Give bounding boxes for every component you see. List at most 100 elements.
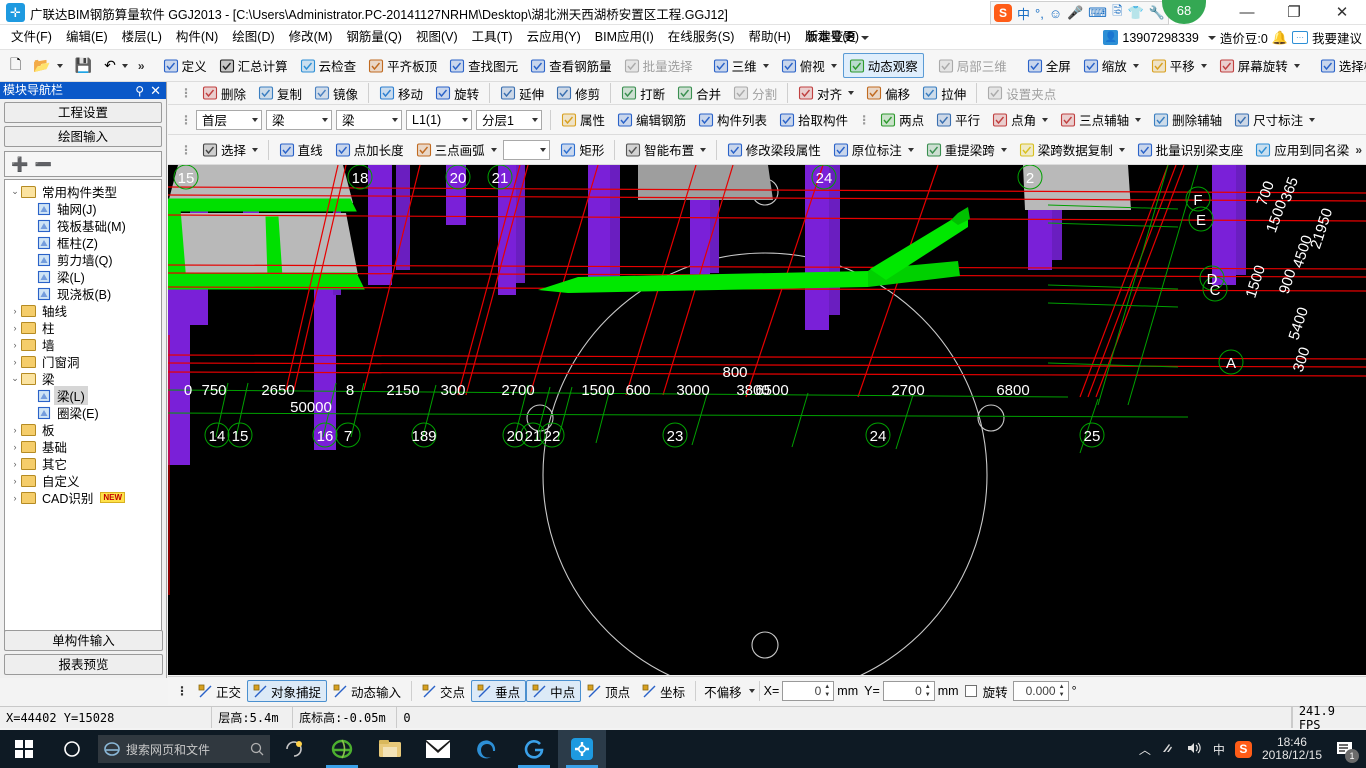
expand-all-icon[interactable]: ➕: [11, 156, 28, 173]
wifi-icon[interactable]: [1161, 741, 1177, 758]
tree-node[interactable]: ⌄ 梁: [5, 370, 161, 387]
sogou-tray-icon[interactable]: S: [1234, 740, 1252, 758]
cortana-icon[interactable]: [48, 730, 96, 768]
notification-center-icon[interactable]: 1: [1332, 736, 1359, 763]
chevron-right-icon[interactable]: ›: [9, 323, 21, 333]
menu-item-5[interactable]: 修改(M): [282, 25, 340, 50]
交点-toggle[interactable]: 交点: [416, 680, 471, 702]
tree-node[interactable]: 轴网(J): [5, 200, 161, 217]
offset-mode-label[interactable]: 不偏移: [700, 682, 746, 701]
volume-icon[interactable]: [1187, 741, 1203, 758]
chevron-down-icon[interactable]: [1132, 63, 1139, 68]
属性-button[interactable]: 属性: [555, 109, 611, 130]
批量识别梁支座-button[interactable]: 批量识别梁支座: [1131, 139, 1250, 160]
垂点-toggle[interactable]: 垂点: [471, 680, 527, 702]
镜像-button[interactable]: 镜像: [308, 83, 364, 104]
arc-option-select[interactable]: [502, 139, 551, 160]
修改梁段属性-button[interactable]: 修改梁段属性: [721, 139, 827, 160]
tree-node[interactable]: 筏板基础(M): [5, 217, 161, 234]
mail-icon[interactable]: [414, 730, 462, 768]
floor-select[interactable]: 首层: [196, 109, 262, 130]
chevron-down-icon[interactable]: [392, 117, 398, 122]
chevron-right-icon[interactable]: ›: [9, 442, 21, 452]
直线-button[interactable]: 直线: [273, 139, 329, 160]
toolbar-grip[interactable]: ⋮: [180, 86, 192, 100]
ime-toolbar[interactable]: S 中 °, ☺ 🎤 ⌨ 🗟 👕 🔧: [990, 1, 1169, 25]
复制-button[interactable]: 复制: [252, 83, 308, 104]
toolbar-overflow-icon[interactable]: »: [1355, 143, 1362, 157]
中点-toggle[interactable]: 中点: [526, 680, 582, 702]
chevron-right-icon[interactable]: ›: [9, 425, 21, 435]
edge-icon[interactable]: [462, 730, 510, 768]
构件列表-button[interactable]: 构件列表: [692, 109, 773, 130]
chevron-down-icon[interactable]: [252, 117, 258, 122]
menu-item-3[interactable]: 构件(N): [169, 25, 225, 50]
keyboard-icon[interactable]: ⌨: [1088, 5, 1107, 21]
new-icon[interactable]: 🗋: [4, 53, 27, 78]
file-explorer-icon[interactable]: [366, 730, 414, 768]
suggest-label[interactable]: 我要建议: [1312, 28, 1362, 47]
原位标注-button[interactable]: 原位标注: [827, 139, 920, 160]
chevron-right-icon[interactable]: ›: [9, 476, 21, 486]
合并-button[interactable]: 合并: [671, 83, 727, 104]
查看钢筋量-button[interactable]: 查看钢筋量: [524, 53, 618, 78]
tree-node[interactable]: › 轴线: [5, 302, 161, 319]
ie-green-icon[interactable]: [318, 730, 366, 768]
undo-icon[interactable]: ↶: [98, 53, 134, 78]
y-input[interactable]: 0 ▲ ▼: [882, 681, 935, 701]
chevron-down-icon[interactable]: [540, 147, 547, 152]
tree-node[interactable]: 现浇板(B): [5, 285, 161, 302]
ime-punct-icon[interactable]: °,: [1035, 6, 1044, 21]
y-spinner[interactable]: ▲ ▼: [923, 683, 933, 699]
删除-button[interactable]: 删除: [196, 83, 252, 104]
chevron-down-icon[interactable]: ⌄: [9, 186, 21, 197]
mic-icon[interactable]: 🎤: [1067, 5, 1083, 21]
menu-item-8[interactable]: 工具(T): [465, 25, 520, 50]
选择楼层-button[interactable]: 选择楼层: [1314, 53, 1366, 78]
x-input[interactable]: 0 ▲ ▼: [782, 681, 835, 701]
拾取构件-button[interactable]: 拾取构件: [773, 109, 854, 130]
chevron-down-icon[interactable]: [848, 91, 855, 95]
tree-node[interactable]: › 其它: [5, 455, 161, 472]
toolbar-overflow-icon[interactable]: »: [138, 59, 145, 73]
bell-icon[interactable]: 🔔: [1272, 30, 1288, 46]
ime-mode-label[interactable]: 中: [1017, 4, 1030, 23]
云检查-button[interactable]: 云检查: [294, 53, 363, 78]
动态输入-toggle[interactable]: 动态输入: [327, 680, 407, 702]
汇总计算-button[interactable]: 汇总计算: [213, 53, 294, 78]
chevron-down-icon[interactable]: [532, 117, 538, 122]
chevron-down-icon[interactable]: [1000, 147, 1007, 152]
坐标-toggle[interactable]: 坐标: [636, 680, 691, 702]
account-phone[interactable]: 13907298339: [1122, 31, 1198, 45]
chevron-down-icon[interactable]: [1118, 147, 1125, 152]
全屏-button[interactable]: 全屏: [1021, 53, 1077, 78]
选择-button[interactable]: 选择: [196, 139, 264, 160]
menu-item-6[interactable]: 钢筋量(Q): [339, 25, 409, 50]
save-icon[interactable]: 💾: [69, 53, 98, 78]
偏移-button[interactable]: 偏移: [860, 83, 916, 104]
chevron-down-icon[interactable]: [748, 689, 755, 693]
project-settings-button[interactable]: 工程设置: [4, 102, 162, 123]
正交-toggle[interactable]: 正交: [192, 680, 247, 702]
tree-node[interactable]: › 基础: [5, 438, 161, 455]
tree-node[interactable]: › 门窗洞: [5, 353, 161, 370]
平移-button[interactable]: 平移: [1145, 53, 1213, 78]
3d-viewport[interactable]: 14 15 16 7 189 20 21 22 23 24 25 15 18 20 21 24 2 F E D C A 0 7…: [168, 165, 1366, 675]
smiley-icon[interactable]: ☺: [1049, 6, 1062, 21]
taskbar-search-box[interactable]: 搜索网页和文件: [98, 735, 270, 763]
rotate-input[interactable]: 0.000 ▲ ▼: [1012, 681, 1069, 701]
layer-select[interactable]: 分层1: [476, 109, 542, 130]
rotate-spinner[interactable]: ▲ ▼: [1057, 683, 1067, 699]
feedback-icon[interactable]: ···: [1291, 31, 1308, 44]
tree-node[interactable]: › CAD识别 NEW: [5, 489, 161, 506]
close-button[interactable]: ✕: [1320, 0, 1364, 25]
close-icon[interactable]: ✕: [150, 82, 161, 99]
缩放-button[interactable]: 缩放: [1077, 53, 1145, 78]
chevron-down-icon[interactable]: [1200, 63, 1207, 68]
平行-button[interactable]: 平行: [930, 109, 986, 130]
taskbar-clock[interactable]: 18:46 2018/12/15: [1262, 736, 1322, 762]
chevron-down-icon[interactable]: [1293, 63, 1300, 68]
maximize-button[interactable]: ❐: [1272, 0, 1316, 25]
category-select[interactable]: 梁: [266, 109, 332, 130]
chevron-up-icon[interactable]: ︿: [1139, 741, 1151, 758]
